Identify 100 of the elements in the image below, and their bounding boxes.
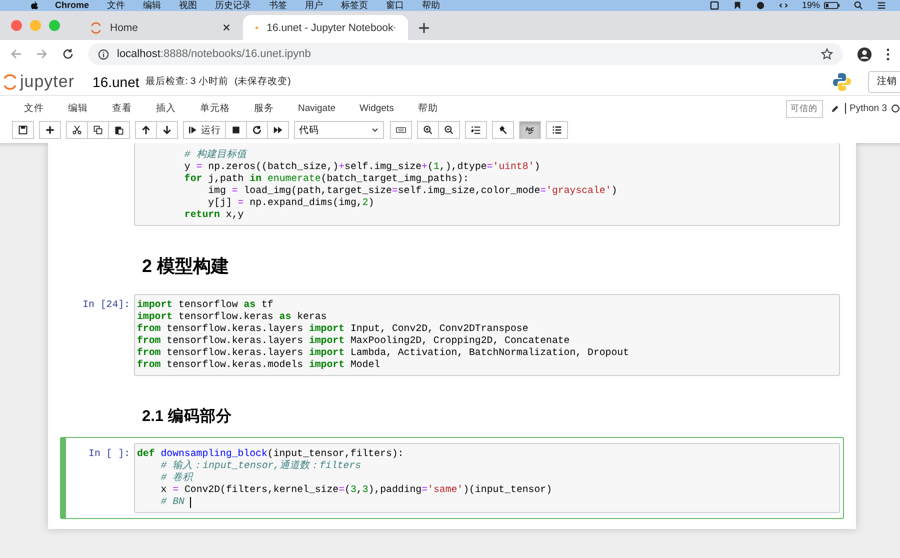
numbered-list-icon bbox=[471, 125, 481, 135]
down-arrow-button[interactable] bbox=[156, 121, 178, 139]
menu-bar-app-name[interactable]: Chrome bbox=[55, 0, 90, 11]
code-editor[interactable] bbox=[134, 294, 840, 376]
list-icon bbox=[552, 125, 562, 135]
battery-percent: 19% bbox=[802, 0, 820, 11]
run-button[interactable]: 运行 bbox=[183, 121, 226, 139]
menu-item[interactable]: 查看 bbox=[112, 102, 132, 115]
menu-item[interactable]: 单元格 bbox=[200, 102, 230, 115]
menu-bar-item[interactable]: 窗口 bbox=[386, 0, 404, 11]
zoom-out-icon bbox=[444, 125, 454, 135]
menu-item[interactable]: Widgets bbox=[360, 103, 394, 114]
numbered-list-button[interactable] bbox=[465, 121, 487, 139]
code-line: # 输入：input_tensor,通道数：filters bbox=[160, 460, 362, 472]
apple-icon[interactable] bbox=[30, 1, 39, 10]
code-line: img = load_img(path,target_size=self.img_size,color_mode='grayscale') bbox=[207, 185, 618, 197]
code-line: def downsampling_block(input_tensor,filters): bbox=[137, 448, 404, 460]
keyboard-button[interactable] bbox=[390, 121, 412, 139]
new-tab-icon[interactable] bbox=[418, 22, 430, 34]
menu-icon[interactable] bbox=[877, 1, 886, 10]
menu-item[interactable]: 服务 bbox=[254, 102, 274, 115]
code-line: for j,path in enumerate(batch_target_img_paths): bbox=[183, 173, 469, 185]
address-field[interactable]: localhost:8888/notebooks/16.unet.ipynb bbox=[88, 43, 843, 65]
code-cell[interactable]: In [ ]: def downsampling_block(input_tensor,filters): # 输入：input_tensor,通道数：filters # 卷积 x = Conv2D(filters,kernel_size=(3,3),padding='same')(input_tensor) # BN bbox=[60, 437, 844, 519]
zoom-in-button[interactable] bbox=[417, 121, 439, 139]
menu-item[interactable]: Navigate bbox=[298, 103, 336, 114]
stop-button[interactable] bbox=[225, 121, 247, 139]
profile-icon[interactable] bbox=[857, 46, 872, 62]
jupyter-logo-text[interactable]: jupyter bbox=[20, 72, 75, 92]
notebook-name[interactable]: 16.unet bbox=[92, 74, 140, 90]
menu-bar-item[interactable]: 编辑 bbox=[143, 0, 162, 11]
spellcheck-button[interactable] bbox=[519, 121, 541, 139]
code-line: from tensorflow.keras.models import Model bbox=[137, 359, 380, 371]
paste-button[interactable] bbox=[108, 121, 130, 139]
down-arrow-icon bbox=[162, 125, 172, 135]
autosave-status: (未保存改变) bbox=[234, 75, 291, 88]
menu-bar-item[interactable]: 用户 bbox=[305, 0, 324, 11]
step-forward-icon bbox=[188, 125, 198, 135]
stop-icon bbox=[231, 125, 241, 135]
menu-item[interactable]: 文件 bbox=[24, 102, 44, 115]
code-line: y[j] = np.expand_dims(img,2) bbox=[207, 197, 374, 209]
kernel-name[interactable]: Python 3 bbox=[844, 103, 887, 114]
up-arrow-button[interactable] bbox=[135, 121, 157, 139]
code-line: return x,y bbox=[183, 209, 244, 221]
pencil-icon[interactable] bbox=[830, 104, 838, 112]
zoom-out-button[interactable] bbox=[438, 121, 460, 139]
menu-bar-item[interactable]: 标签页 bbox=[341, 0, 368, 11]
copy-button[interactable] bbox=[87, 121, 109, 139]
section-heading: 2 模型构建 bbox=[142, 256, 230, 276]
logout-button[interactable]: 注销 bbox=[868, 70, 900, 92]
code-editor[interactable] bbox=[134, 143, 840, 226]
code-line: # 构建目标值 bbox=[183, 149, 246, 161]
menu-bar-item[interactable]: 帮助 bbox=[422, 0, 440, 11]
status-icon[interactable] bbox=[756, 1, 765, 10]
hammer-icon bbox=[498, 125, 508, 135]
input-prompt: In [24]: bbox=[82, 299, 130, 310]
menu-item[interactable]: 帮助 bbox=[418, 102, 438, 115]
code-line: # BN bbox=[160, 496, 184, 508]
plus-button[interactable] bbox=[39, 121, 61, 139]
chevron-down-icon bbox=[371, 126, 379, 134]
arc-logo-icon bbox=[90, 22, 102, 34]
python-logo-icon bbox=[832, 72, 852, 92]
fast-forward-button[interactable] bbox=[267, 121, 289, 139]
restart-button[interactable] bbox=[246, 121, 268, 139]
browser-tab[interactable]: Home bbox=[78, 15, 243, 40]
hammer-button[interactable] bbox=[492, 121, 514, 139]
list-button[interactable] bbox=[546, 121, 568, 139]
paste-icon bbox=[114, 125, 124, 135]
checkpoint-status: 最后检查: 3 小时前 bbox=[145, 75, 228, 88]
close-tab-icon[interactable] bbox=[222, 23, 231, 32]
menu-bar-item[interactable]: 视图 bbox=[179, 0, 198, 11]
menu-bar-item[interactable]: 书签 bbox=[269, 0, 288, 11]
browser-tab[interactable]: 16.unet - Jupyter Notebook bbox=[243, 15, 408, 40]
menu-bar-item[interactable]: 历史记录 bbox=[215, 0, 252, 11]
kernel-idle-icon bbox=[891, 104, 900, 113]
search-icon[interactable] bbox=[854, 1, 863, 10]
menu-item[interactable]: 编辑 bbox=[68, 102, 88, 115]
fast-forward-icon bbox=[273, 125, 283, 135]
cell-type-select[interactable]: 代码 bbox=[294, 121, 384, 139]
menu-item[interactable]: 插入 bbox=[156, 102, 176, 115]
reload-icon[interactable] bbox=[62, 48, 74, 60]
code-line: from tensorflow.keras.layers import Lambda, Activation, BatchNormalization, Dropout bbox=[137, 347, 629, 359]
code-line: # 卷积 bbox=[160, 472, 193, 484]
code-editor[interactable]: def downsampling_block(input_tensor,filters): # 输入：input_tensor,通道数：filters # 卷积 x = Conv2D(filters,kernel_size=(3,3),padding='same')(input_tensor) # BN bbox=[134, 443, 840, 513]
star-icon[interactable] bbox=[821, 48, 833, 60]
section-heading: 2.1 编码部分 bbox=[142, 408, 232, 425]
menu-bar-item[interactable]: 文件 bbox=[107, 0, 126, 11]
input-prompt: In [ ]: bbox=[88, 448, 130, 459]
save-button[interactable] bbox=[12, 121, 34, 139]
battery-icon[interactable] bbox=[824, 1, 840, 10]
status-icon[interactable] bbox=[710, 1, 719, 10]
save-icon bbox=[18, 125, 28, 135]
code-line: import tensorflow as tf bbox=[137, 299, 274, 311]
code-line: import tensorflow.keras as keras bbox=[137, 311, 327, 323]
trusted-indicator[interactable]: 可信的 bbox=[786, 100, 822, 118]
code-line: y = np.zeros((batch_size,)+self.img_size+(1,),dtype='uint8') bbox=[183, 161, 540, 173]
info-icon[interactable] bbox=[98, 48, 109, 60]
status-icon[interactable] bbox=[778, 1, 788, 10]
more-menu-icon[interactable] bbox=[886, 48, 890, 60]
scissors-button[interactable] bbox=[66, 121, 88, 139]
